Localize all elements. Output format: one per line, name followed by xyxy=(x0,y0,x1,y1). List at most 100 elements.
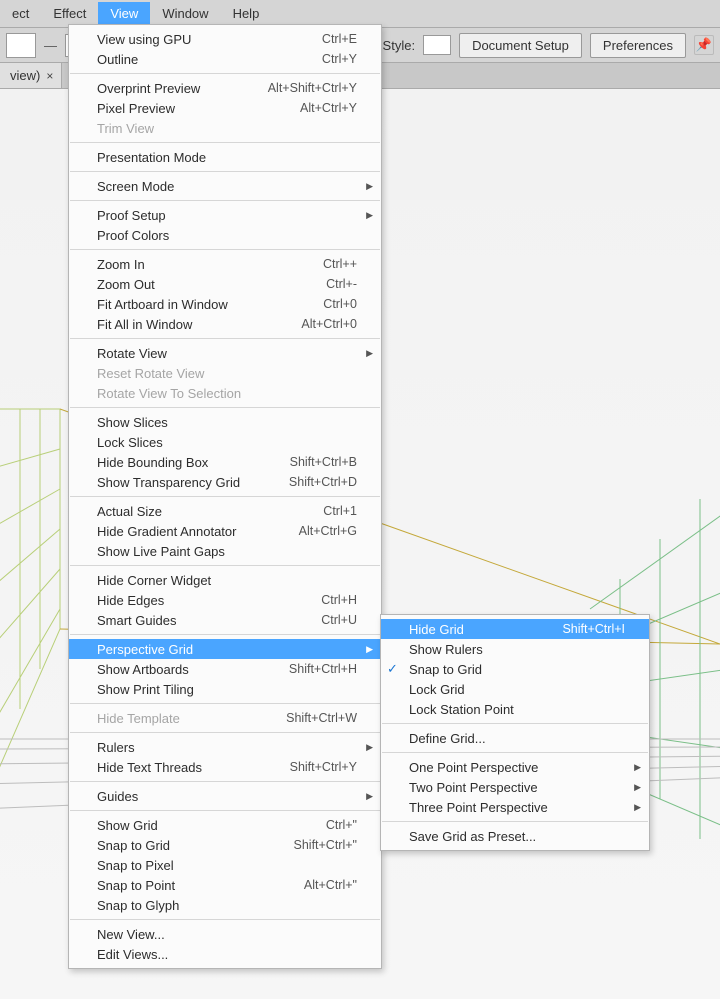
menu-item-label: Reset Rotate View xyxy=(97,366,357,381)
view-menu-item-show-print-tiling[interactable]: Show Print Tiling xyxy=(69,679,381,699)
menu-item-label: Smart Guides xyxy=(97,613,289,628)
menubar-item-view[interactable]: View xyxy=(98,2,150,25)
view-menu-item-snap-to-point[interactable]: Snap to PointAlt+Ctrl+" xyxy=(69,875,381,895)
menu-item-label: New View... xyxy=(97,927,357,942)
stroke-swatch[interactable] xyxy=(6,33,36,58)
menu-separator xyxy=(70,810,380,811)
menu-item-label: Fit Artboard in Window xyxy=(97,297,291,312)
perspective-menu-item-lock-grid[interactable]: Lock Grid xyxy=(381,679,649,699)
view-menu-item-pixel-preview[interactable]: Pixel PreviewAlt+Ctrl+Y xyxy=(69,98,381,118)
menu-separator xyxy=(70,703,380,704)
view-menu-item-snap-to-pixel[interactable]: Snap to Pixel xyxy=(69,855,381,875)
view-menu-item-show-grid[interactable]: Show Grid Ctrl+" xyxy=(69,815,381,835)
view-menu-item-snap-to-grid[interactable]: Snap to GridShift+Ctrl+" xyxy=(69,835,381,855)
view-menu-item-hide-template: Hide TemplateShift+Ctrl+W xyxy=(69,708,381,728)
menu-item-label: Rotate View xyxy=(97,346,357,361)
menu-separator xyxy=(70,565,380,566)
perspective-menu-item-show-rulers[interactable]: Show Rulers xyxy=(381,639,649,659)
menu-item-label: Save Grid as Preset... xyxy=(409,829,625,844)
menu-item-label: Show Artboards xyxy=(97,662,257,677)
view-menu-item-rulers[interactable]: Rulers xyxy=(69,737,381,757)
menu-item-shortcut: Alt+Shift+Ctrl+Y xyxy=(268,81,357,95)
menu-item-label: Snap to Grid xyxy=(97,838,262,853)
view-menu-item-new-view[interactable]: New View... xyxy=(69,924,381,944)
pin-panel-icon[interactable]: 📌 xyxy=(694,35,714,55)
menu-separator xyxy=(70,200,380,201)
document-tab[interactable]: view) × xyxy=(0,63,62,88)
menu-item-label: Snap to Glyph xyxy=(97,898,357,913)
perspective-menu-item-hide-grid[interactable]: Hide GridShift+Ctrl+I xyxy=(381,619,649,639)
menu-item-label: Show Print Tiling xyxy=(97,682,357,697)
menu-item-label: Zoom In xyxy=(97,257,291,272)
menu-item-label: Two Point Perspective xyxy=(409,780,625,795)
view-menu-item-show-artboards[interactable]: Show ArtboardsShift+Ctrl+H xyxy=(69,659,381,679)
menu-item-label: Three Point Perspective xyxy=(409,800,625,815)
menubar-item-effect[interactable]: Effect xyxy=(41,2,98,25)
menu-item-label: Rotate View To Selection xyxy=(97,386,357,401)
menu-item-label: Outline xyxy=(97,52,290,67)
perspective-menu-item-one-point-perspective[interactable]: One Point Perspective xyxy=(381,757,649,777)
menubar-item-select[interactable]: ect xyxy=(0,2,41,25)
menu-item-shortcut: Ctrl++ xyxy=(323,257,357,271)
view-menu-item-snap-to-glyph[interactable]: Snap to Glyph xyxy=(69,895,381,915)
view-menu-item-show-transparency-grid[interactable]: Show Transparency GridShift+Ctrl+D xyxy=(69,472,381,492)
view-menu-item-smart-guides[interactable]: Smart GuidesCtrl+U xyxy=(69,610,381,630)
menubar-item-help[interactable]: Help xyxy=(221,2,272,25)
perspective-menu-item-two-point-perspective[interactable]: Two Point Perspective xyxy=(381,777,649,797)
menu-item-label: Show Transparency Grid xyxy=(97,475,257,490)
view-menu-item-overprint-preview[interactable]: Overprint PreviewAlt+Shift+Ctrl+Y xyxy=(69,78,381,98)
menu-separator xyxy=(70,496,380,497)
menu-separator xyxy=(70,142,380,143)
view-menu-item-screen-mode[interactable]: Screen Mode xyxy=(69,176,381,196)
view-menu-item-hide-bounding-box[interactable]: Hide Bounding BoxShift+Ctrl+B xyxy=(69,452,381,472)
menu-separator xyxy=(382,821,648,822)
view-menu-item-zoom-out[interactable]: Zoom OutCtrl+- xyxy=(69,274,381,294)
view-menu-item-outline[interactable]: Outline Ctrl+Y xyxy=(69,49,381,69)
view-menu-item-reset-rotate-view: Reset Rotate View xyxy=(69,363,381,383)
view-menu-item-fit-all-in-window[interactable]: Fit All in WindowAlt+Ctrl+0 xyxy=(69,314,381,334)
menu-item-label: Actual Size xyxy=(97,504,291,519)
style-swatch[interactable] xyxy=(423,35,451,55)
view-menu-item-fit-artboard-in-window[interactable]: Fit Artboard in WindowCtrl+0 xyxy=(69,294,381,314)
perspective-menu-item-define-grid[interactable]: Define Grid... xyxy=(381,728,649,748)
menu-item-label: Lock Grid xyxy=(409,682,625,697)
view-menu-item-rotate-view-to-selection: Rotate View To Selection xyxy=(69,383,381,403)
menu-item-shortcut: Ctrl+Y xyxy=(322,52,357,66)
view-menu-item-hide-text-threads[interactable]: Hide Text ThreadsShift+Ctrl+Y xyxy=(69,757,381,777)
view-menu-item-edit-views[interactable]: Edit Views... xyxy=(69,944,381,964)
view-menu-item-show-live-paint-gaps[interactable]: Show Live Paint Gaps xyxy=(69,541,381,561)
view-menu-item-proof-colors[interactable]: Proof Colors xyxy=(69,225,381,245)
menu-item-shortcut: Alt+Ctrl+Y xyxy=(300,101,357,115)
menu-item-label: Show Grid xyxy=(97,818,294,833)
view-menu-item-perspective-grid[interactable]: Perspective Grid xyxy=(69,639,381,659)
view-menu-item-actual-size[interactable]: Actual SizeCtrl+1 xyxy=(69,501,381,521)
menu-item-shortcut: Ctrl+" xyxy=(326,818,357,832)
perspective-menu-item-snap-to-grid[interactable]: ✓Snap to Grid xyxy=(381,659,649,679)
preferences-button[interactable]: Preferences xyxy=(590,33,686,58)
view-menu-item-presentation-mode[interactable]: Presentation Mode xyxy=(69,147,381,167)
dash-separator: — xyxy=(44,38,57,53)
menu-item-label: Rulers xyxy=(97,740,357,755)
menu-item-label: Define Grid... xyxy=(409,731,625,746)
view-menu-item-guides[interactable]: Guides xyxy=(69,786,381,806)
close-tab-icon[interactable]: × xyxy=(46,69,53,83)
menu-separator xyxy=(70,732,380,733)
view-menu-item-hide-corner-widget[interactable]: Hide Corner Widget xyxy=(69,570,381,590)
menu-item-label: Hide Edges xyxy=(97,593,289,608)
view-menu-item-hide-gradient-annotator[interactable]: Hide Gradient AnnotatorAlt+Ctrl+G xyxy=(69,521,381,541)
view-menu-item-rotate-view[interactable]: Rotate View xyxy=(69,343,381,363)
view-menu-item-zoom-in[interactable]: Zoom In Ctrl++ xyxy=(69,254,381,274)
perspective-menu-item-save-grid-as-preset[interactable]: Save Grid as Preset... xyxy=(381,826,649,846)
view-menu-item-view-using-gpu[interactable]: View using GPUCtrl+E xyxy=(69,29,381,49)
perspective-menu-item-three-point-perspective[interactable]: Three Point Perspective xyxy=(381,797,649,817)
perspective-menu-item-lock-station-point[interactable]: Lock Station Point xyxy=(381,699,649,719)
document-setup-button[interactable]: Document Setup xyxy=(459,33,582,58)
menu-item-label: Trim View xyxy=(97,121,357,136)
view-menu-item-hide-edges[interactable]: Hide EdgesCtrl+H xyxy=(69,590,381,610)
menu-separator xyxy=(70,338,380,339)
view-menu-item-proof-setup[interactable]: Proof Setup xyxy=(69,205,381,225)
menubar-item-window[interactable]: Window xyxy=(150,2,220,25)
view-menu-item-lock-slices[interactable]: Lock Slices xyxy=(69,432,381,452)
view-menu-item-show-slices[interactable]: Show Slices xyxy=(69,412,381,432)
menu-item-label: Edit Views... xyxy=(97,947,357,962)
